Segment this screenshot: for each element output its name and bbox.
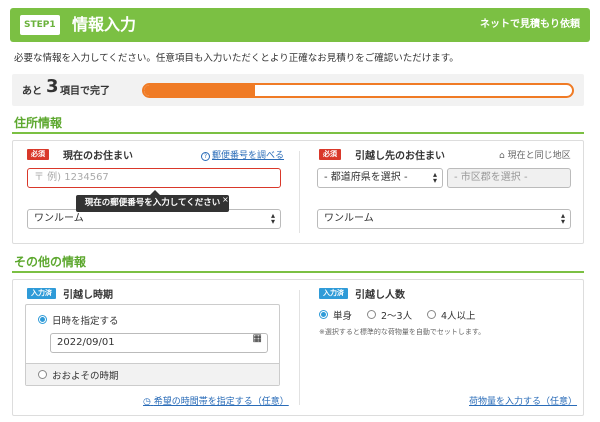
step-badge: STEP1 xyxy=(20,15,60,35)
progress-bar xyxy=(142,83,574,98)
completed-badge: 入力済 xyxy=(319,288,348,299)
postal-code-input[interactable]: 〒 例) 1234567 xyxy=(27,168,281,188)
time-slot-label: 希望の時間帯を指定する（任意） xyxy=(153,397,289,407)
other-divider xyxy=(299,290,300,405)
moving-timing-label: 引越し時期 xyxy=(63,290,113,301)
people-option-label: 2〜3人 xyxy=(381,311,413,322)
destination-address-label: 引越し先のお住まい xyxy=(355,151,445,162)
progress-box: あと 3 項目で完了 xyxy=(12,74,584,106)
luggage-amount-link[interactable]: 荷物量を入力する（任意） xyxy=(469,394,577,407)
same-area-link[interactable]: ⌂ 現在と同じ地区 xyxy=(499,148,571,161)
progress-prefix: あと xyxy=(22,86,42,97)
current-address-label: 現在のお住まい xyxy=(63,151,133,162)
time-slot-link[interactable]: ◷ 希望の時間帯を指定する（任意） xyxy=(143,394,289,407)
required-badge: 必須 xyxy=(27,149,49,160)
radio-rough-timing[interactable] xyxy=(38,370,47,379)
address-divider xyxy=(299,151,300,233)
select-arrow-icon: ▴ ▾ xyxy=(432,170,437,185)
postal-lookup-link[interactable]: ? 郵便番号を調べる xyxy=(201,148,284,161)
specify-date-label: 日時を指定する xyxy=(52,316,119,327)
home-icon: ⌂ xyxy=(499,151,505,161)
page-title: 情報入力 xyxy=(72,15,137,34)
city-value: - 市区郡を選択 - xyxy=(454,172,528,183)
help-icon: ? xyxy=(201,152,210,161)
prefecture-select[interactable]: - 都道府県を選択 - ▴ ▾ xyxy=(317,168,443,188)
same-area-label: 現在と同じ地区 xyxy=(507,151,571,161)
select-arrow-icon: ▴ ▾ xyxy=(270,211,275,226)
people-count-label: 引越し人数 xyxy=(355,290,405,301)
people-option-label: 単身 xyxy=(333,311,353,322)
progress-bar-fill xyxy=(144,85,256,96)
clock-icon: ◷ xyxy=(143,397,151,407)
select-arrow-icon: ▴ ▾ xyxy=(560,211,565,226)
postal-code-placeholder: 〒 例) 1234567 xyxy=(34,172,109,183)
radio-people-2-3[interactable] xyxy=(367,310,376,319)
postal-lookup-label: 郵便番号を調べる xyxy=(212,151,285,161)
rough-timing-row: おおよその時期 xyxy=(26,363,279,385)
section-title-address: 住所情報 xyxy=(12,116,584,134)
completed-badge: 入力済 xyxy=(27,288,56,299)
progress-suffix: 項目で完了 xyxy=(60,86,110,97)
destination-room-type-select[interactable]: ワンルーム ▴ ▾ xyxy=(317,209,571,229)
intro-text: 必要な情報を入力してください。任意項目も入力いただくとより正確なお見積りをご確認… xyxy=(14,53,459,64)
tooltip-close-icon[interactable]: × xyxy=(222,195,229,204)
destination-room-type-value: ワンルーム xyxy=(324,213,374,224)
people-note: ※選択すると標準的な荷物量を自動でセットします。 xyxy=(319,328,486,336)
move-date-value: 2022/09/01 xyxy=(57,337,115,348)
section-title-other: その他の情報 xyxy=(12,255,584,273)
address-card: 必須 現在のお住まい ? 郵便番号を調べる 〒 例) 1234567 ワンルーム … xyxy=(12,140,584,244)
radio-specify-date[interactable] xyxy=(38,315,47,324)
timing-options-box: 日時を指定する 2022/09/01 ▦ おおよその時期 xyxy=(25,304,280,386)
current-room-type-value: ワンルーム xyxy=(34,213,84,224)
other-info-card: 入力済 引越し時期 日時を指定する 2022/09/01 ▦ おおよその時期 ◷… xyxy=(12,279,584,416)
radio-people-single[interactable] xyxy=(319,310,328,319)
prefecture-value: - 都道府県を選択 - xyxy=(324,172,408,183)
required-badge: 必須 xyxy=(319,149,341,160)
progress-remaining-count: 3 xyxy=(46,76,59,97)
people-option-label: 4人以上 xyxy=(441,311,476,322)
rough-timing-label: おおよその時期 xyxy=(52,371,119,382)
header-subtitle: ネットで見積もり依頼 xyxy=(480,19,580,30)
move-date-input[interactable]: 2022/09/01 ▦ xyxy=(50,333,268,353)
radio-people-4plus[interactable] xyxy=(427,310,436,319)
calendar-icon: ▦ xyxy=(252,333,262,344)
current-room-type-select[interactable]: ワンルーム ▴ ▾ xyxy=(27,209,281,229)
city-select[interactable]: - 市区郡を選択 - xyxy=(447,168,571,188)
step-header: STEP1 情報入力 ネットで見積もり依頼 xyxy=(10,8,590,42)
postal-code-tooltip: 現在の郵便番号を入力してください xyxy=(76,195,229,212)
